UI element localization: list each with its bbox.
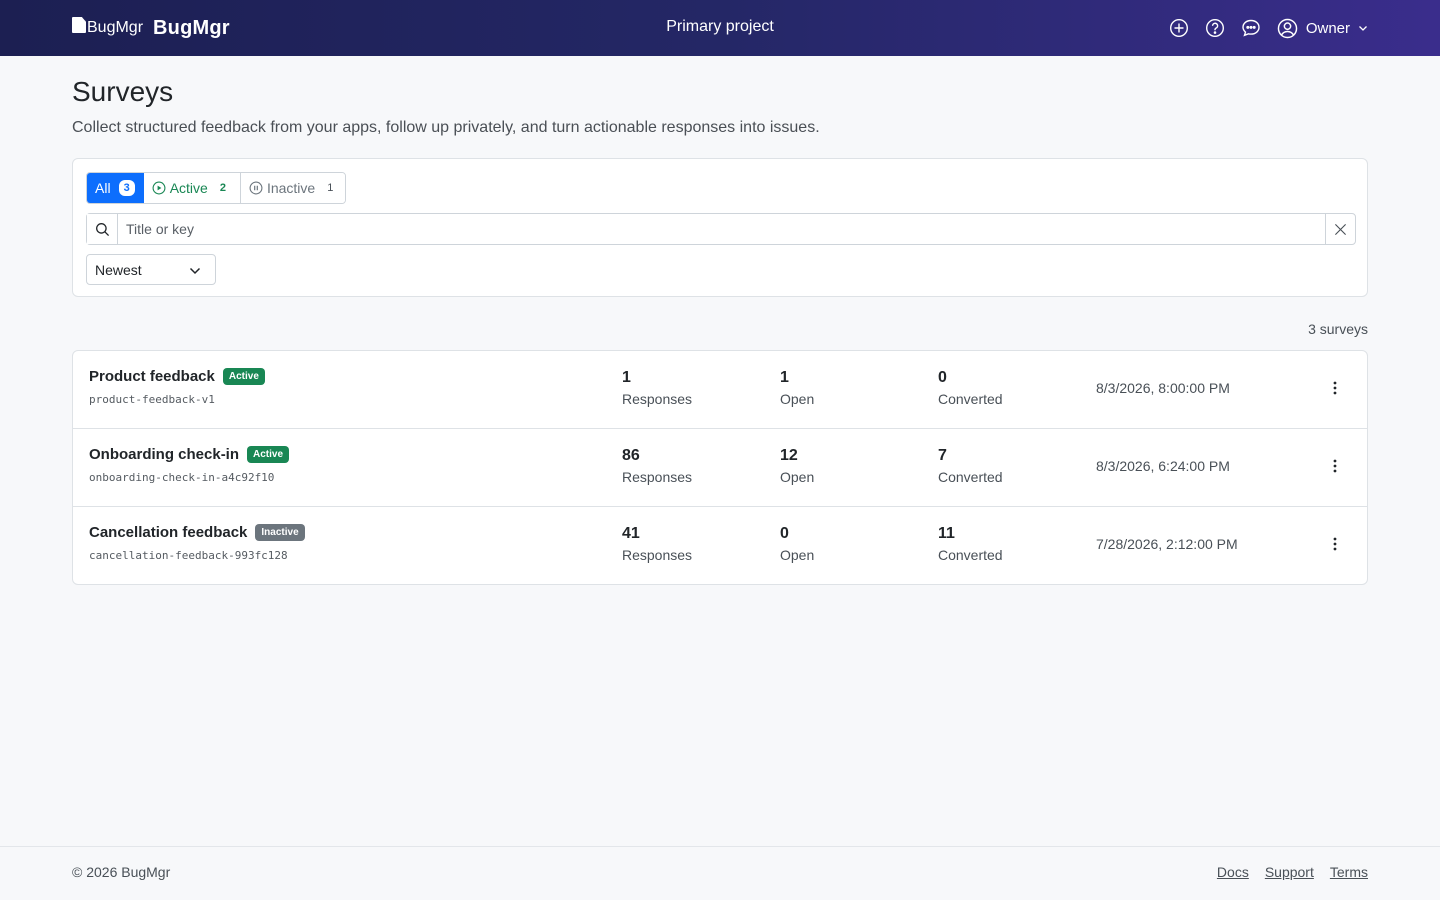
copyright: © 2026 BugMgr xyxy=(72,864,171,880)
survey-date: 7/28/2026, 2:12:00 PM xyxy=(1096,536,1238,552)
sort-select[interactable]: Newest xyxy=(86,254,216,285)
converted-label: Converted xyxy=(938,547,1003,563)
responses-stat: 86 Responses xyxy=(622,447,692,485)
survey-date: 8/3/2026, 6:24:00 PM xyxy=(1096,458,1230,474)
survey-date: 8/3/2026, 8:00:00 PM xyxy=(1096,380,1230,396)
survey-key: cancellation-feedback-993fc128 xyxy=(89,549,288,562)
survey-name[interactable]: Product feedback xyxy=(89,368,215,385)
converted-count: 0 xyxy=(938,369,947,386)
responses-stat: 1 Responses xyxy=(622,369,692,407)
open-label: Open xyxy=(780,547,815,563)
survey-name[interactable]: Cancellation feedback xyxy=(89,524,247,541)
open-stat: 1 Open xyxy=(780,369,814,407)
filter-inactive-count: 1 xyxy=(327,182,334,194)
play-circle-icon xyxy=(152,181,166,195)
survey-title-group: Cancellation feedback Inactive xyxy=(89,524,305,541)
survey-row[interactable]: Onboarding check-in Active onboarding-ch… xyxy=(73,429,1367,507)
brand[interactable]: BugMgr BugMgr xyxy=(72,0,230,56)
kebab-menu-icon xyxy=(1333,537,1337,551)
responses-label: Responses xyxy=(622,469,693,485)
pause-circle-icon xyxy=(249,181,263,195)
search-icon xyxy=(87,214,118,244)
brand-logo: BugMgr xyxy=(72,17,144,37)
brand-logo-alt: BugMgr xyxy=(87,19,144,36)
filter-inactive-label: Inactive xyxy=(266,180,316,196)
top-navbar: BugMgr BugMgr Primary project Owner xyxy=(0,0,1440,56)
search-group xyxy=(86,213,1356,245)
top-actions: Owner xyxy=(1153,0,1368,56)
footer-link-terms[interactable]: Terms xyxy=(1330,864,1368,880)
chevron-down-icon xyxy=(189,267,201,275)
responses-count: 1 xyxy=(622,369,631,386)
clear-search-button[interactable] xyxy=(1325,214,1355,244)
converted-count: 11 xyxy=(938,525,955,542)
user-name: Owner xyxy=(1305,19,1350,37)
plus-circle-icon[interactable] xyxy=(1169,18,1189,38)
converted-count: 7 xyxy=(938,447,947,464)
filter-active-count: 2 xyxy=(219,182,226,194)
project-selector[interactable]: Primary project xyxy=(666,18,774,35)
converted-stat: 7 Converted xyxy=(938,447,1003,485)
footer-link-docs[interactable]: Docs xyxy=(1217,864,1249,880)
footer-links: Docs Support Terms xyxy=(1201,864,1368,880)
responses-label: Responses xyxy=(622,391,693,407)
open-count: 12 xyxy=(780,447,798,464)
survey-key: product-feedback-v1 xyxy=(89,393,215,406)
filter-card: All 3 Active 2 Inactive 1 Newest xyxy=(72,158,1368,297)
open-label: Open xyxy=(780,391,815,407)
brand-name: BugMgr xyxy=(153,16,230,39)
more-actions-button[interactable] xyxy=(1325,456,1345,476)
status-filter-group: All 3 Active 2 Inactive 1 xyxy=(86,172,347,204)
close-icon xyxy=(1334,223,1347,235)
survey-list: Product feedback Active product-feedback… xyxy=(72,350,1368,585)
page-title: Surveys xyxy=(72,76,174,107)
responses-count: 41 xyxy=(622,525,640,542)
more-actions-button[interactable] xyxy=(1325,534,1345,554)
page-subtitle: Collect structured feedback from your ap… xyxy=(72,119,820,136)
open-label: Open xyxy=(780,469,815,485)
survey-key: onboarding-check-in-a4c92f10 xyxy=(89,471,275,484)
converted-stat: 11 Converted xyxy=(938,525,1003,563)
user-menu[interactable]: Owner xyxy=(1277,18,1368,39)
survey-count: 3 surveys xyxy=(1308,321,1368,337)
responses-count: 86 xyxy=(622,447,640,464)
survey-name[interactable]: Onboarding check-in xyxy=(89,446,239,463)
broken-image-icon xyxy=(72,17,86,33)
question-circle-icon[interactable] xyxy=(1205,18,1225,38)
status-badge: Active xyxy=(222,368,265,385)
open-stat: 12 Open xyxy=(780,447,814,485)
converted-label: Converted xyxy=(938,469,1003,485)
open-count: 0 xyxy=(780,525,789,542)
survey-title-group: Onboarding check-in Active xyxy=(89,446,290,463)
converted-stat: 0 Converted xyxy=(938,369,1003,407)
status-badge: Active xyxy=(247,446,290,463)
filter-active-button[interactable]: Active 2 xyxy=(143,173,241,203)
kebab-menu-icon xyxy=(1333,459,1337,473)
search-input[interactable] xyxy=(118,214,1325,244)
open-count: 1 xyxy=(780,369,789,386)
footer: © 2026 BugMgr Docs Support Terms xyxy=(0,846,1440,900)
sort-value: Newest xyxy=(95,261,142,278)
filter-all-label: All xyxy=(95,180,111,196)
filter-all-button[interactable]: All 3 xyxy=(87,173,144,203)
more-actions-button[interactable] xyxy=(1325,378,1345,398)
responses-label: Responses xyxy=(622,547,693,563)
survey-title-group: Product feedback Active xyxy=(89,368,265,385)
chat-icon[interactable] xyxy=(1241,18,1261,38)
footer-link-support[interactable]: Support xyxy=(1265,864,1314,880)
converted-label: Converted xyxy=(938,391,1003,407)
chevron-down-icon xyxy=(1359,26,1367,31)
responses-stat: 41 Responses xyxy=(622,525,692,563)
kebab-menu-icon xyxy=(1333,381,1337,395)
user-circle-icon xyxy=(1277,18,1298,38)
survey-row[interactable]: Cancellation feedback Inactive cancellat… xyxy=(73,507,1367,584)
filter-active-label: Active xyxy=(169,180,208,196)
open-stat: 0 Open xyxy=(780,525,814,563)
filter-inactive-button[interactable]: Inactive 1 xyxy=(240,173,346,203)
survey-row[interactable]: Product feedback Active product-feedback… xyxy=(73,351,1367,429)
status-badge: Inactive xyxy=(255,524,305,541)
filter-all-count: 3 xyxy=(118,180,135,196)
